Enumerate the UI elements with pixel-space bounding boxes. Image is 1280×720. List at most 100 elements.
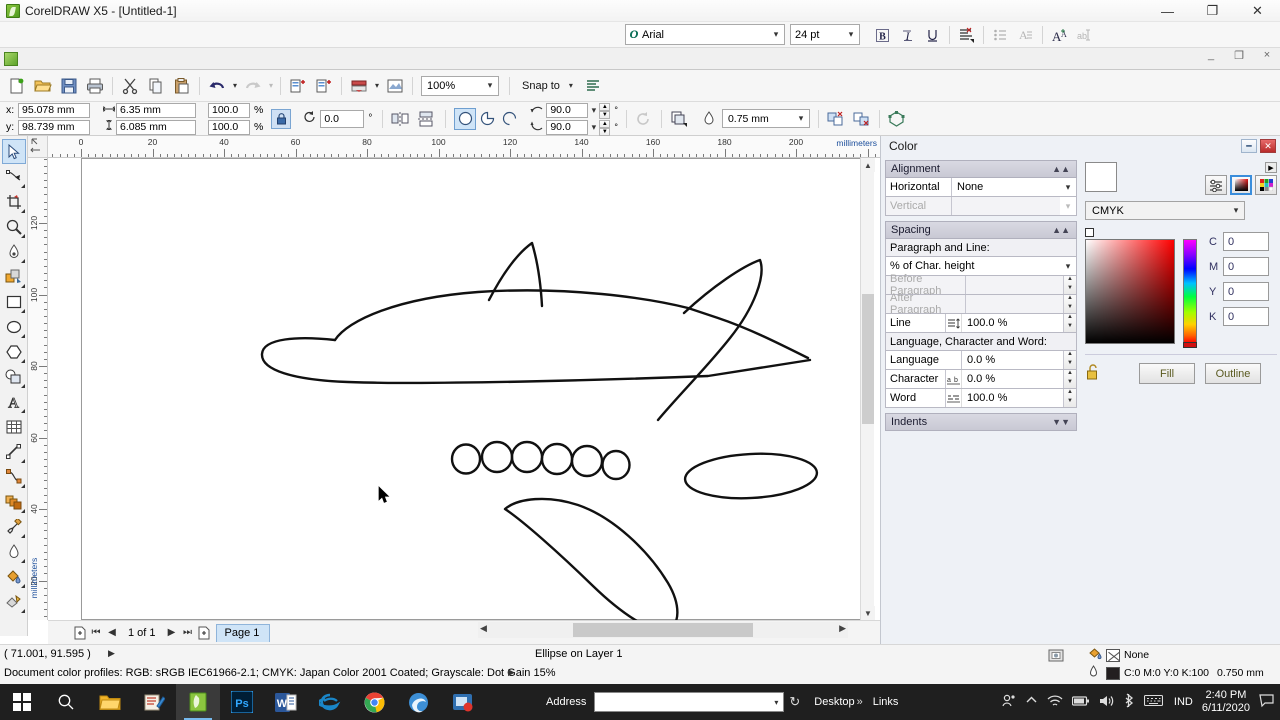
line-spacing-spinner[interactable]: ▲ ▼ [1063,314,1076,332]
outline-width-combo[interactable]: 0.75 mm ▾ [721,109,810,128]
width-field[interactable]: 6.35 mm [116,102,196,118]
fill-button[interactable]: Fill [1139,363,1195,384]
character-spacing-spinner[interactable]: ▲ ▼ [1063,370,1076,388]
spacing-group-header[interactable]: Spacing ▲▲ [885,221,1077,239]
document-minimize-button[interactable]: _ [1202,49,1220,62]
chevron-up-icon[interactable]: ▲▲ [1052,164,1070,174]
printer-icon[interactable] [82,73,108,99]
chevron-down-icon[interactable]: ▼▼ [1052,417,1070,427]
last-page-button[interactable]: ⏭ [180,624,196,642]
edit-text-button[interactable]: ab [1072,24,1097,46]
taskbar-file-explorer[interactable] [88,684,132,720]
color-spectrum[interactable] [1085,239,1175,344]
coordinates-expand-arrow[interactable]: ▶ [108,648,115,659]
color-viewers-button[interactable] [1230,175,1252,195]
wifi-icon[interactable] [1047,694,1063,711]
horizontal-alignment-row[interactable]: Horizontal None ▾ [885,178,1077,197]
undo-dropdown-arrow[interactable]: ▾ [230,81,240,90]
freehand-tool[interactable] [2,239,26,264]
snap-dropdown-arrow[interactable]: ▾ [566,81,576,90]
page-tab-1[interactable]: Page 1 [215,623,271,642]
polygon-tool[interactable] [2,339,26,364]
previous-page-button[interactable]: ◀ [104,624,120,642]
flyout-arrow[interactable] [20,509,25,513]
pie-tool-button[interactable] [476,108,498,130]
hue-slider-handle[interactable] [1183,342,1197,348]
yellow-field[interactable]: 0 [1223,282,1269,301]
address-go-icon[interactable]: ↻ [789,694,800,710]
y-position-field[interactable]: 98.739 mm [18,119,90,135]
shape-tool[interactable] [2,164,26,189]
color-panel-expand-button[interactable]: ▶ [1265,162,1277,173]
taskbar-internet-explorer[interactable] [308,684,352,720]
taskbar-coreldraw[interactable] [176,684,220,720]
add-page-after-icon[interactable] [196,624,212,642]
scroll-left-arrow[interactable]: ◀ [480,623,487,634]
color-model-combo[interactable]: CMYK ▾ [1085,201,1245,220]
word-spacing-spinner[interactable]: ▲ ▼ [1063,389,1076,407]
blend-tool[interactable] [2,489,26,514]
flyout-arrow[interactable] [20,384,25,388]
line-spacing-row[interactable]: Line 100.0 % ▲ ▼ [885,314,1077,333]
underline-button[interactable] [920,24,945,46]
new-file-icon[interactable] [4,73,30,99]
links-toolbar-label[interactable]: Links [873,696,899,708]
keyboard-icon[interactable] [1143,694,1163,710]
outline-swatch[interactable] [1106,666,1120,680]
speaker-icon[interactable] [1099,694,1114,711]
chevron-up-icon[interactable]: ▲▲ [1052,225,1070,235]
language-spacing-spinner[interactable]: ▲ ▼ [1063,351,1076,369]
text-tool[interactable]: A [2,389,26,414]
flyout-arrow[interactable] [20,309,25,313]
vertical-scroll-thumb[interactable] [862,294,874,424]
x-position-field[interactable]: 95.078 mm [18,102,90,118]
flyout-arrow[interactable] [20,184,25,188]
battery-icon[interactable] [1071,695,1090,710]
undo-icon[interactable] [204,73,230,99]
italic-button[interactable]: I [895,24,920,46]
flyout-arrow[interactable] [20,584,25,588]
airplane-line-drawing[interactable] [48,158,880,620]
rotation-angle-field[interactable]: 0.0 [320,109,365,128]
bluetooth-icon[interactable] [1123,693,1135,711]
lock-ratio-button[interactable] [271,108,292,129]
next-page-button[interactable]: ▶ [164,624,180,642]
text-align-button[interactable] [954,24,979,46]
save-icon[interactable] [56,73,82,99]
chevron-up-icon[interactable] [1025,694,1038,710]
pick-tool[interactable] [1,139,26,164]
zoom-level-combo[interactable]: 100% ▾ [421,75,499,96]
horizontal-scrollbar[interactable]: ◀ ▶ [478,622,848,638]
flyout-arrow[interactable] [20,284,25,288]
address-input[interactable]: ▾ [594,692,785,712]
flyout-arrow[interactable] [20,484,25,488]
convert-to-curves-button[interactable] [884,106,910,132]
scissors-icon[interactable] [117,73,143,99]
flyout-arrow[interactable] [20,459,25,463]
options-icon[interactable] [580,73,606,99]
font-size-combo[interactable]: 24 pt ▾ [790,24,860,45]
color-proof-button[interactable] [1048,649,1064,667]
outline-pen-tool[interactable] [2,539,26,564]
alignment-group-header[interactable]: Alignment ▲▲ [885,160,1077,178]
close-button[interactable]: ✕ [1235,0,1280,22]
first-page-button[interactable]: ⏮ [88,624,104,642]
color-sliders-button[interactable] [1205,175,1227,195]
font-family-combo[interactable]: O Arial ▾ [625,24,785,45]
flyout-arrow[interactable] [20,359,25,363]
outline-button[interactable]: Outline [1205,363,1261,384]
notification-icon[interactable] [1259,693,1274,711]
chevron-down-icon[interactable]: ▾ [1060,257,1076,275]
drawing-canvas[interactable] [48,158,880,620]
rectangle-tool[interactable] [2,289,26,314]
flyout-arrow[interactable] [20,234,25,238]
height-field[interactable]: 6.085 mm [116,119,196,135]
crop-tool[interactable] [2,189,26,214]
taskbar-paint-app[interactable] [132,684,176,720]
connect-icon[interactable] [382,73,408,99]
scroll-up-arrow[interactable]: ▲ [861,158,875,172]
character-spacing-row[interactable]: Character ab 0.0 % ▲ ▼ [885,370,1077,389]
black-field[interactable]: 0 [1223,307,1269,326]
chevron-down-icon[interactable]: ▾ [769,698,783,707]
flyout-arrow[interactable] [20,409,25,413]
